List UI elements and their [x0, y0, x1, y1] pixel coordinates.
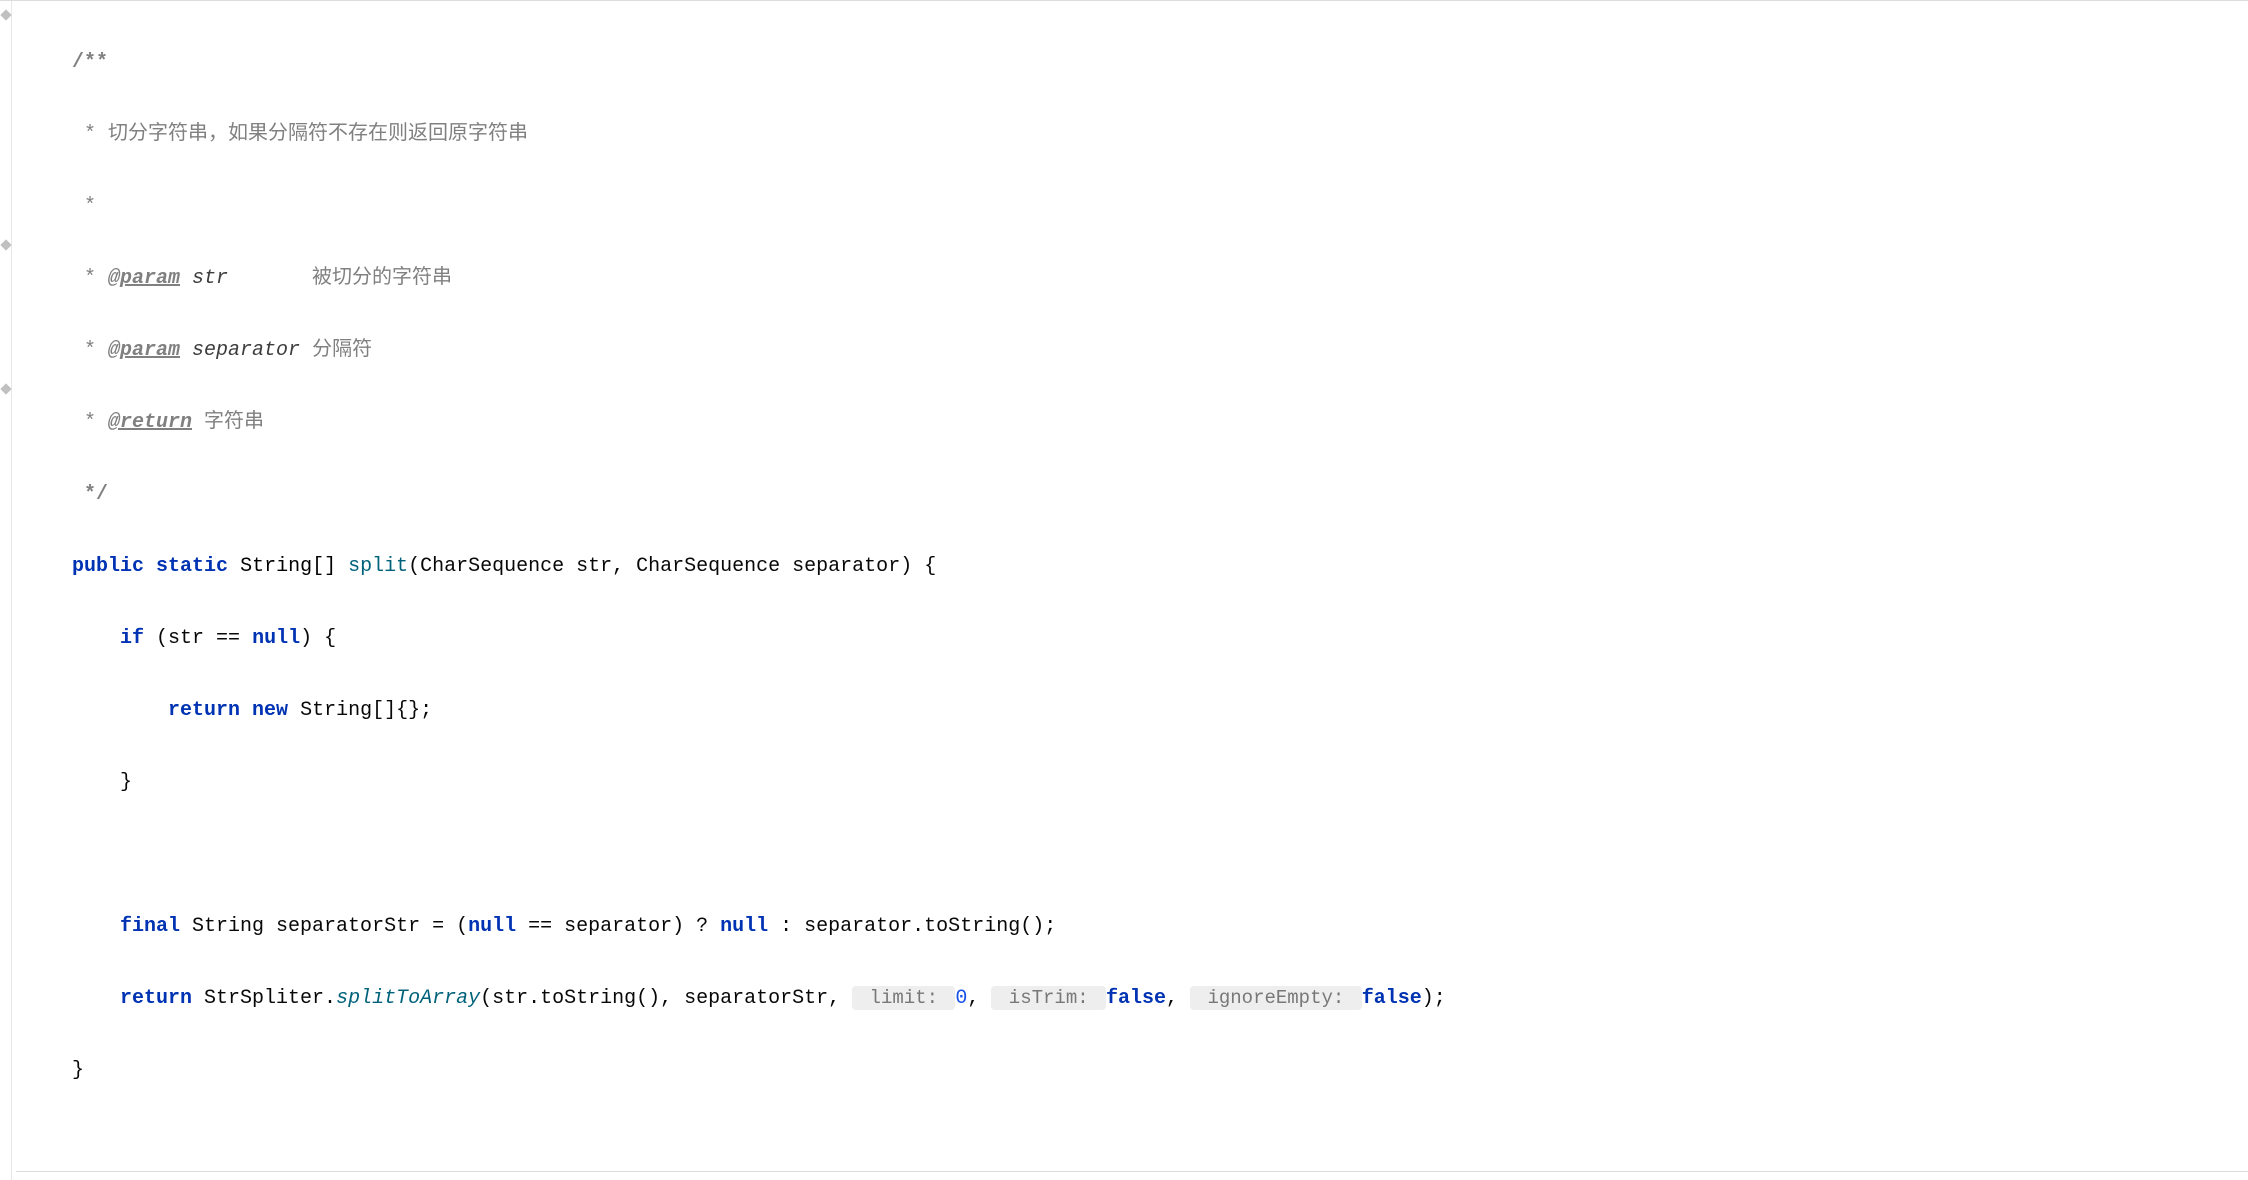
- comment-line: *: [72, 195, 96, 218]
- array-literal: String[]{};: [288, 699, 432, 722]
- editor-gutter: [0, 1, 12, 1180]
- fold-icon[interactable]: [0, 9, 11, 20]
- doc-param-name: separator: [180, 339, 300, 362]
- param-hint-istrim: isTrim:: [991, 986, 1106, 1010]
- brace-close: }: [72, 1059, 84, 1082]
- call-prefix: StrSpliter.: [192, 987, 336, 1010]
- call-end: );: [1422, 987, 1446, 1010]
- comment-prefix: *: [72, 411, 108, 434]
- keyword-static: static: [156, 555, 228, 578]
- doc-tag-return: @return: [108, 411, 192, 434]
- return-type: String[]: [240, 555, 336, 578]
- doc-return-desc: 字符串: [192, 411, 264, 434]
- comment-start: /**: [72, 51, 108, 74]
- comment-prefix: *: [72, 123, 108, 146]
- literal-null: null: [252, 627, 300, 650]
- fold-icon[interactable]: [0, 383, 11, 394]
- method-name: split: [348, 555, 408, 578]
- comment-text: 切分字符串，如果分隔符不存在则返回原字符串: [108, 123, 528, 146]
- code-editor: /** * 切分字符串，如果分隔符不存在则返回原字符串 * * @param s…: [0, 0, 2248, 1180]
- divider: [16, 1171, 2248, 1172]
- ternary: == separator) ?: [516, 915, 720, 938]
- method-call: splitToArray: [336, 987, 480, 1010]
- decl: String separatorStr = (: [180, 915, 468, 938]
- param-hint-limit: limit:: [852, 986, 955, 1010]
- method-params: (CharSequence str, CharSequence separato…: [408, 555, 936, 578]
- doc-tag-param: @param: [108, 339, 180, 362]
- literal-null: null: [720, 915, 768, 938]
- keyword-final: final: [120, 915, 180, 938]
- brace-close: }: [72, 771, 132, 794]
- condition: (str ==: [144, 627, 252, 650]
- keyword-if: if: [120, 627, 144, 650]
- doc-param-name: str: [180, 267, 228, 290]
- keyword-return: return: [120, 987, 192, 1010]
- doc-param-desc: 被切分的字符串: [228, 267, 452, 290]
- code-area[interactable]: /** * 切分字符串，如果分隔符不存在则返回原字符串 * * @param s…: [16, 9, 2248, 1161]
- keyword-new: new: [252, 699, 288, 722]
- fold-icon[interactable]: [0, 239, 11, 250]
- separator: ,: [967, 987, 991, 1010]
- literal-number: 0: [955, 987, 967, 1010]
- keyword-public: public: [72, 555, 144, 578]
- doc-tag-param: @param: [108, 267, 180, 290]
- separator: ,: [1166, 987, 1190, 1010]
- ternary-rest: : separator.toString();: [768, 915, 1056, 938]
- comment-prefix: *: [72, 267, 108, 290]
- keyword-return: return: [168, 699, 240, 722]
- literal-false: false: [1106, 987, 1166, 1010]
- literal-null: null: [468, 915, 516, 938]
- condition-close: ) {: [300, 627, 336, 650]
- doc-param-desc: 分隔符: [300, 339, 372, 362]
- param-hint-ignoreempty: ignoreEmpty:: [1190, 986, 1362, 1010]
- literal-false: false: [1362, 987, 1422, 1010]
- comment-end: */: [72, 483, 108, 506]
- comment-prefix: *: [72, 339, 108, 362]
- call-args: (str.toString(), separatorStr,: [480, 987, 852, 1010]
